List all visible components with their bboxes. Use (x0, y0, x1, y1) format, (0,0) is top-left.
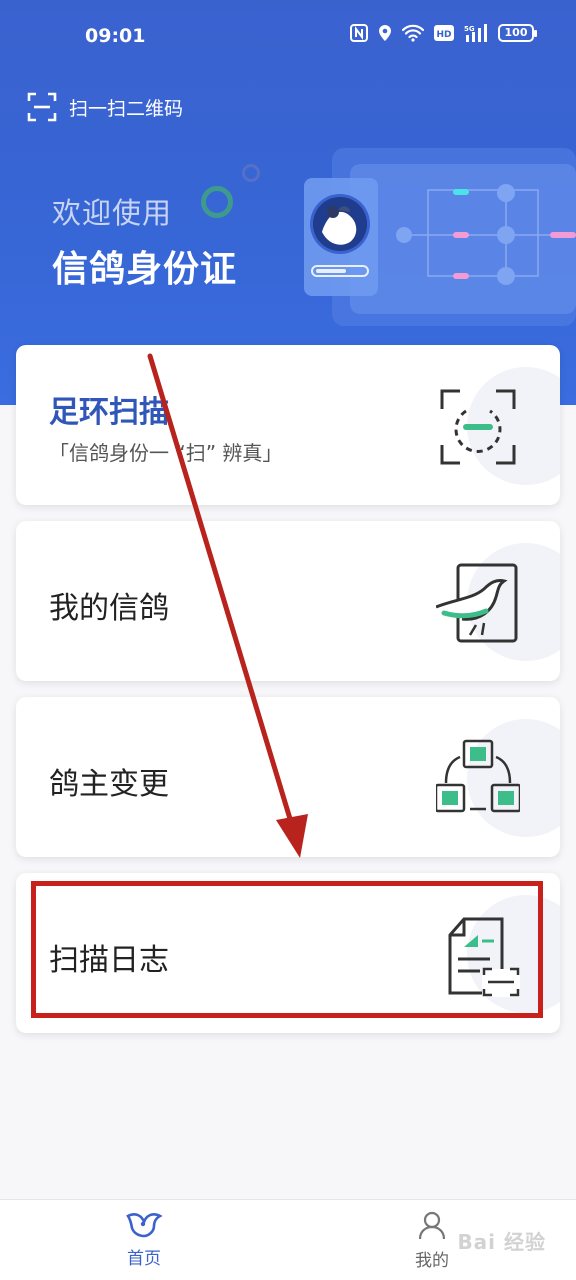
scan-icon (440, 389, 516, 465)
nav-home[interactable]: 首页 (94, 1210, 194, 1269)
status-bar: 09:01 HD 5G 100 (0, 0, 576, 72)
owner-change-card[interactable]: 鸽主变更 (16, 697, 560, 857)
my-pigeons-card[interactable]: 我的信鸽 (16, 521, 560, 681)
card-title: 扫描日志 (49, 943, 169, 978)
decorative-ring (201, 186, 233, 218)
location-icon (379, 25, 391, 41)
battery-indicator: 100 (498, 24, 537, 42)
owner-change-icon (436, 739, 520, 813)
welcome-text: 欢迎使用 (52, 196, 173, 230)
card-title: 我的信鸽 (49, 591, 169, 626)
user-icon (418, 1211, 446, 1240)
scan-frame-icon (27, 92, 57, 122)
hd-icon: HD (434, 25, 454, 41)
decorative-ring-small (242, 164, 260, 182)
scan-qr-label: 扫一扫二维码 (69, 97, 184, 120)
scan-log-card[interactable]: 扫描日志 (16, 873, 560, 1033)
card-subtitle: 「信鸽身份一 “扫” 辨真」 (49, 441, 283, 465)
wifi-icon (402, 24, 424, 42)
pigeon-icon (436, 563, 518, 643)
card-title: 足环扫描 (49, 395, 169, 430)
foot-ring-scan-card[interactable]: 足环扫描 「信鸽身份一 “扫” 辨真」 (16, 345, 560, 505)
watermark: Bai 经验 (457, 1230, 546, 1254)
status-time: 09:01 (85, 25, 146, 47)
nfc-icon (350, 24, 368, 42)
scan-log-icon (448, 917, 520, 997)
svg-text:5G: 5G (464, 25, 475, 33)
scan-qr-button[interactable]: 扫一扫二维码 (27, 92, 183, 122)
nav-home-label: 首页 (127, 1249, 161, 1269)
app-title: 信鸽身份证 (52, 249, 238, 290)
signal-icon: 5G (464, 24, 487, 42)
card-title: 鸽主变更 (49, 767, 169, 802)
svg-text:HD: HD (436, 30, 451, 40)
home-pigeon-icon (126, 1213, 162, 1238)
status-icons: HD 5G 100 (350, 24, 537, 42)
hero-illustration (304, 148, 576, 326)
